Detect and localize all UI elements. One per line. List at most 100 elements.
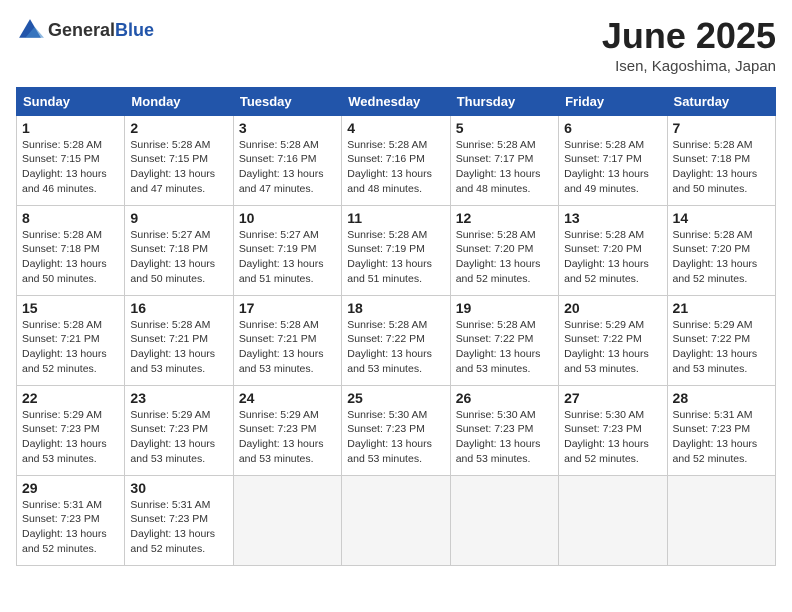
day-number: 13 [564,210,661,226]
calendar-cell: 2 Sunrise: 5:28 AM Sunset: 7:15 PM Daylig… [125,115,233,205]
day-detail: Sunrise: 5:31 AM Sunset: 7:23 PM Dayligh… [130,498,227,557]
title-area: June 2025 Isen, Kagoshima, Japan [602,16,776,75]
day-detail: Sunrise: 5:28 AM Sunset: 7:21 PM Dayligh… [130,318,227,377]
calendar-cell: 30 Sunrise: 5:31 AM Sunset: 7:23 PM Dayli… [125,475,233,565]
day-number: 11 [347,210,444,226]
day-number: 19 [456,300,553,316]
calendar-cell: 22 Sunrise: 5:29 AM Sunset: 7:23 PM Dayli… [17,385,125,475]
calendar-cell: 10Sunrise: 5:27 AM Sunset: 7:19 PM Dayli… [233,205,341,295]
calendar-cell: 7Sunrise: 5:28 AM Sunset: 7:18 PM Daylig… [667,115,775,205]
day-number: 28 [673,390,770,406]
calendar-cell: 19 Sunrise: 5:28 AM Sunset: 7:22 PM Dayli… [450,295,558,385]
calendar-cell: 4 Sunrise: 5:28 AM Sunset: 7:16 PM Daylig… [342,115,450,205]
weekday-header-wednesday: Wednesday [342,87,450,115]
calendar-table: SundayMondayTuesdayWednesdayThursdayFrid… [16,87,776,566]
day-number: 22 [22,390,119,406]
day-detail: Sunrise: 5:28 AM Sunset: 7:18 PM Dayligh… [22,228,119,287]
calendar-cell: 25 Sunrise: 5:30 AM Sunset: 7:23 PM Dayli… [342,385,450,475]
calendar-cell: 16 Sunrise: 5:28 AM Sunset: 7:21 PM Dayli… [125,295,233,385]
day-detail: Sunrise: 5:28 AM Sunset: 7:20 PM Dayligh… [564,228,661,287]
calendar-cell: 27 Sunrise: 5:30 AM Sunset: 7:23 PM Dayli… [559,385,667,475]
day-detail: Sunrise: 5:28 AM Sunset: 7:16 PM Dayligh… [347,138,444,197]
calendar-cell: 20Sunrise: 5:29 AM Sunset: 7:22 PM Dayli… [559,295,667,385]
calendar-cell: 18 Sunrise: 5:28 AM Sunset: 7:22 PM Dayli… [342,295,450,385]
day-number: 12 [456,210,553,226]
calendar-cell [559,475,667,565]
header: GeneralBlue June 2025 Isen, Kagoshima, J… [16,16,776,75]
day-number: 23 [130,390,227,406]
day-number: 14 [673,210,770,226]
day-detail: Sunrise: 5:28 AM Sunset: 7:21 PM Dayligh… [22,318,119,377]
day-detail: Sunrise: 5:30 AM Sunset: 7:23 PM Dayligh… [347,408,444,467]
calendar-cell: 6Sunrise: 5:28 AM Sunset: 7:17 PM Daylig… [559,115,667,205]
day-number: 15 [22,300,119,316]
day-detail: Sunrise: 5:28 AM Sunset: 7:15 PM Dayligh… [130,138,227,197]
day-detail: Sunrise: 5:28 AM Sunset: 7:20 PM Dayligh… [456,228,553,287]
logo-icon [16,16,44,44]
day-detail: Sunrise: 5:29 AM Sunset: 7:22 PM Dayligh… [673,318,770,377]
day-number: 17 [239,300,336,316]
week-row-5: 29 Sunrise: 5:31 AM Sunset: 7:23 PM Dayli… [17,475,776,565]
weekday-header-tuesday: Tuesday [233,87,341,115]
calendar-cell: 9 Sunrise: 5:27 AM Sunset: 7:18 PM Daylig… [125,205,233,295]
day-number: 4 [347,120,444,136]
weekday-header-saturday: Saturday [667,87,775,115]
calendar-cell: 1Sunrise: 5:28 AM Sunset: 7:15 PM Daylig… [17,115,125,205]
week-row-1: 1Sunrise: 5:28 AM Sunset: 7:15 PM Daylig… [17,115,776,205]
calendar-cell: 14 Sunrise: 5:28 AM Sunset: 7:20 PM Dayli… [667,205,775,295]
week-row-3: 15 Sunrise: 5:28 AM Sunset: 7:21 PM Dayli… [17,295,776,385]
day-number: 25 [347,390,444,406]
day-detail: Sunrise: 5:29 AM Sunset: 7:22 PM Dayligh… [564,318,661,377]
week-row-4: 22 Sunrise: 5:29 AM Sunset: 7:23 PM Dayli… [17,385,776,475]
day-number: 6 [564,120,661,136]
calendar-cell: 11 Sunrise: 5:28 AM Sunset: 7:19 PM Dayli… [342,205,450,295]
day-number: 16 [130,300,227,316]
day-number: 10 [239,210,336,226]
day-number: 7 [673,120,770,136]
calendar-cell: 29 Sunrise: 5:31 AM Sunset: 7:23 PM Dayli… [17,475,125,565]
day-detail: Sunrise: 5:31 AM Sunset: 7:23 PM Dayligh… [22,498,119,557]
logo-text-general: General [48,20,115,40]
logo-text-blue: Blue [115,20,154,40]
weekday-header-row: SundayMondayTuesdayWednesdayThursdayFrid… [17,87,776,115]
day-detail: Sunrise: 5:28 AM Sunset: 7:19 PM Dayligh… [347,228,444,287]
month-title: June 2025 [602,16,776,56]
day-detail: Sunrise: 5:30 AM Sunset: 7:23 PM Dayligh… [564,408,661,467]
day-number: 27 [564,390,661,406]
calendar-cell: 24Sunrise: 5:29 AM Sunset: 7:23 PM Dayli… [233,385,341,475]
day-detail: Sunrise: 5:31 AM Sunset: 7:23 PM Dayligh… [673,408,770,467]
calendar-cell [450,475,558,565]
day-number: 5 [456,120,553,136]
calendar-cell [233,475,341,565]
day-detail: Sunrise: 5:28 AM Sunset: 7:17 PM Dayligh… [456,138,553,197]
weekday-header-friday: Friday [559,87,667,115]
calendar-cell: 28 Sunrise: 5:31 AM Sunset: 7:23 PM Dayli… [667,385,775,475]
day-number: 30 [130,480,227,496]
day-detail: Sunrise: 5:28 AM Sunset: 7:21 PM Dayligh… [239,318,336,377]
day-detail: Sunrise: 5:29 AM Sunset: 7:23 PM Dayligh… [22,408,119,467]
day-detail: Sunrise: 5:28 AM Sunset: 7:22 PM Dayligh… [347,318,444,377]
day-detail: Sunrise: 5:28 AM Sunset: 7:20 PM Dayligh… [673,228,770,287]
day-detail: Sunrise: 5:29 AM Sunset: 7:23 PM Dayligh… [130,408,227,467]
logo: GeneralBlue [16,16,154,44]
day-number: 24 [239,390,336,406]
calendar-cell: 15 Sunrise: 5:28 AM Sunset: 7:21 PM Dayli… [17,295,125,385]
calendar-cell [342,475,450,565]
day-detail: Sunrise: 5:28 AM Sunset: 7:22 PM Dayligh… [456,318,553,377]
day-number: 26 [456,390,553,406]
week-row-2: 8Sunrise: 5:28 AM Sunset: 7:18 PM Daylig… [17,205,776,295]
weekday-header-sunday: Sunday [17,87,125,115]
calendar-cell: 8Sunrise: 5:28 AM Sunset: 7:18 PM Daylig… [17,205,125,295]
day-number: 3 [239,120,336,136]
day-number: 9 [130,210,227,226]
day-number: 2 [130,120,227,136]
day-detail: Sunrise: 5:27 AM Sunset: 7:18 PM Dayligh… [130,228,227,287]
weekday-header-thursday: Thursday [450,87,558,115]
day-number: 18 [347,300,444,316]
day-number: 21 [673,300,770,316]
calendar-cell: 13 Sunrise: 5:28 AM Sunset: 7:20 PM Dayli… [559,205,667,295]
calendar-cell: 21 Sunrise: 5:29 AM Sunset: 7:22 PM Dayli… [667,295,775,385]
calendar-cell: 5 Sunrise: 5:28 AM Sunset: 7:17 PM Daylig… [450,115,558,205]
day-number: 29 [22,480,119,496]
calendar-cell: 3Sunrise: 5:28 AM Sunset: 7:16 PM Daylig… [233,115,341,205]
